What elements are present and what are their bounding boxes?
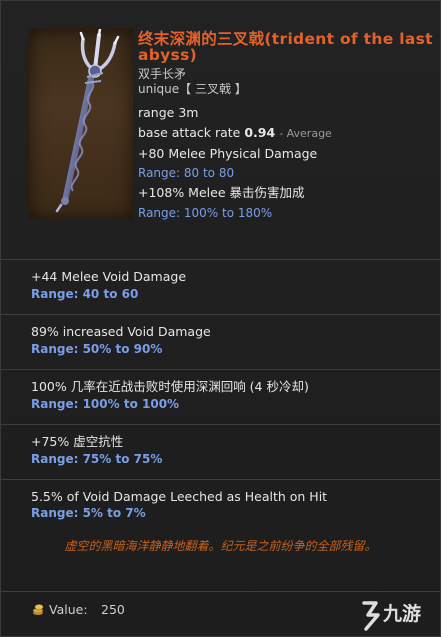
section-divider — [1, 591, 440, 592]
affix-range: Range: 40 to 60 — [31, 287, 139, 301]
affix-row: +75% 虚空抗性 Range: 75% to 75% — [1, 425, 440, 480]
item-title: 终末深渊的三叉戟(trident of the last abyss) — [138, 30, 433, 64]
lore-text: 虚空的黑暗海洋静静地翻着。纪元是之前纷争的全部残留。 — [64, 539, 377, 553]
item-rarity: unique【 三叉戟 】 — [138, 82, 247, 96]
item-range: range 3m — [138, 105, 199, 120]
affix-row: +44 Melee Void Damage Range: 40 to 60 — [1, 260, 440, 315]
attack-rate-note: - Average — [279, 127, 332, 140]
implicit-1-range: Range: 80 to 80 — [138, 166, 235, 180]
item-type: 双手长矛 — [138, 67, 187, 81]
watermark-text: 九游 — [383, 603, 422, 625]
affix-text: 100% 几率在近战击败时使用深渊回响 (4 秒冷却) — [31, 379, 309, 394]
affix-text: +44 Melee Void Damage — [31, 269, 187, 284]
affix-range: Range: 5% to 7% — [31, 506, 146, 520]
implicit-2-text: +108% Melee 暴击伤害加成 — [138, 185, 305, 200]
item-tooltip: 终末深渊的三叉戟(trident of the last abyss) 双手长矛… — [0, 0, 441, 637]
affix-range: Range: 100% to 100% — [31, 397, 180, 411]
affix-row: 100% 几率在近战击败时使用深渊回响 (4 秒冷却) Range: 100% … — [1, 370, 440, 425]
implicit-2-range: Range: 100% to 180% — [138, 206, 273, 220]
implicit-1-text: +80 Melee Physical Damage — [138, 146, 318, 161]
attack-rate-value: 0.94 — [244, 125, 276, 140]
attack-rate-label: base attack rate — [138, 125, 241, 140]
affix-row: 5.5% of Void Damage Leeched as Health on… — [1, 480, 440, 535]
value-amount: 250 — [101, 602, 125, 617]
trident-icon — [28, 28, 134, 220]
affix-text: 89% increased Void Damage — [31, 324, 211, 339]
value-label: Value: — [49, 602, 88, 617]
affix-range: Range: 50% to 90% — [31, 342, 163, 356]
item-attack-rate: base attack rate 0.94 - Average — [138, 125, 332, 141]
affix-text: +75% 虚空抗性 — [31, 434, 124, 449]
item-header: 终末深渊的三叉戟(trident of the last abyss) 双手长矛… — [1, 1, 440, 259]
affix-range: Range: 75% to 75% — [31, 452, 163, 466]
affix-row: 89% increased Void Damage Range: 50% to … — [1, 315, 440, 370]
coin-stack-icon — [33, 604, 44, 615]
affix-text: 5.5% of Void Damage Leeched as Health on… — [31, 489, 328, 504]
